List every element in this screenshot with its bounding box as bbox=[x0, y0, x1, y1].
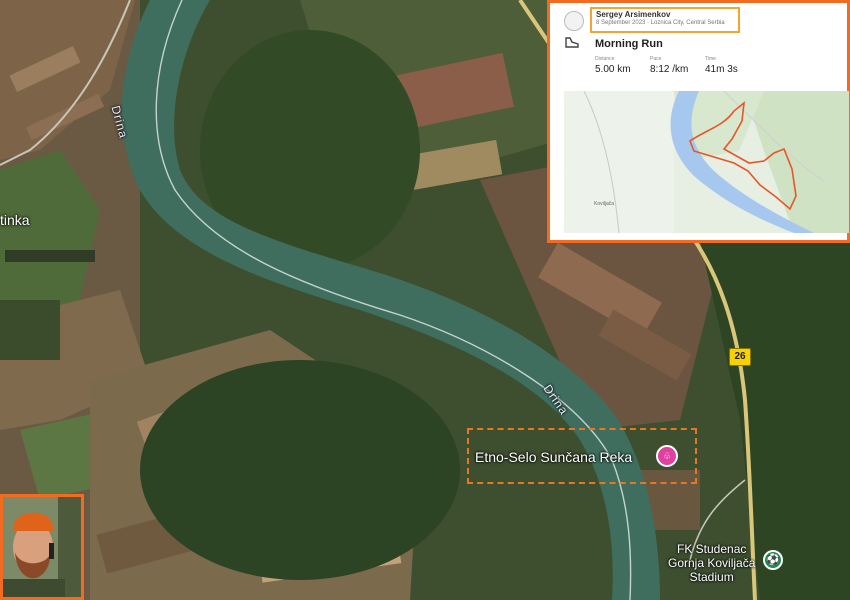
hotel-pin-icon[interactable]: ♧ bbox=[656, 445, 678, 467]
stat-distance: Distance 5.00 km bbox=[595, 56, 631, 75]
route-map[interactable]: Koviljača bbox=[564, 91, 849, 233]
stat-value: 5.00 km bbox=[595, 64, 631, 75]
stat-value: 41m 3s bbox=[705, 64, 738, 75]
stat-label: Pace bbox=[650, 56, 662, 62]
stadium-label[interactable]: FK Studenac Gornja Koviljača Stadium bbox=[668, 542, 755, 584]
town-label: tinka bbox=[0, 212, 30, 228]
stat-label: Time bbox=[705, 56, 716, 62]
poi-label[interactable]: Etno-Selo Sunčana Reka bbox=[475, 449, 632, 465]
stat-pace: Pace 8:12 /km bbox=[650, 56, 688, 75]
avatar[interactable] bbox=[564, 11, 584, 31]
shoe-icon bbox=[565, 37, 579, 48]
stat-time: Time 41m 3s bbox=[705, 56, 738, 75]
stadium-pin-icon[interactable]: ⚽ bbox=[763, 550, 783, 570]
stadium-label-line: Gornja Koviljača bbox=[668, 556, 756, 570]
activity-title[interactable]: Morning Run bbox=[595, 38, 663, 50]
person-photo bbox=[0, 494, 84, 600]
stat-value: 8:12 /km bbox=[650, 64, 689, 75]
forest-patch bbox=[140, 360, 460, 580]
person-icon bbox=[3, 497, 81, 597]
stadium-label-line: Stadium bbox=[689, 570, 734, 584]
stat-label: Distance bbox=[595, 56, 615, 62]
activity-card: Sergey Arsimenkov 8 September 2023 · Loz… bbox=[547, 0, 850, 243]
stadium-label-line: FK Studenac bbox=[677, 542, 747, 556]
athlete-name[interactable]: Sergey Arsimenkov bbox=[596, 10, 670, 19]
activity-date-location: 8 September 2023 · Loznica City, Central… bbox=[596, 20, 725, 26]
map-place-label: Koviljača bbox=[594, 201, 614, 207]
road-number-shield: 26 bbox=[729, 348, 751, 366]
